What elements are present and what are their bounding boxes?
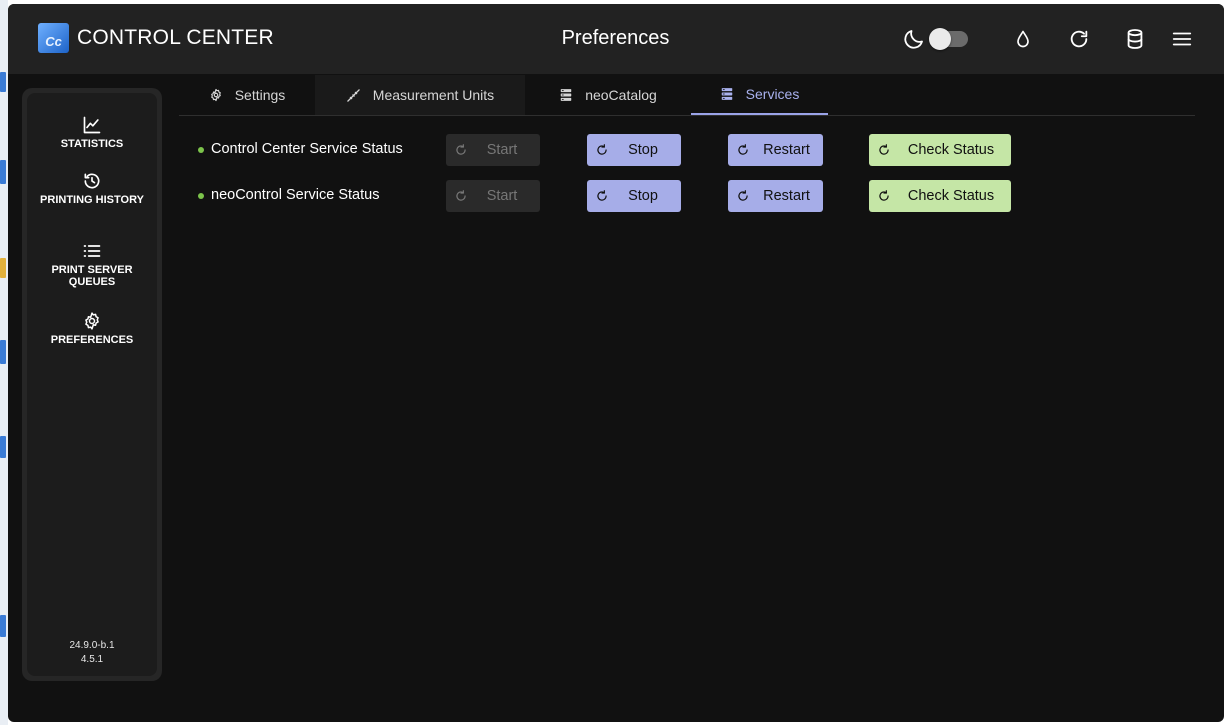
page-title: Preferences [561, 27, 670, 49]
app-window: Cc CONTROL CENTER Preferences STATISTICS [8, 4, 1224, 722]
tab-label: neoCatalog [585, 87, 657, 103]
start-button[interactable]: Start [446, 134, 540, 166]
moon-icon [901, 26, 927, 52]
app-logo: Cc [38, 23, 69, 53]
tab-bar: Settings Measurement Units neoCatalog Se… [179, 75, 1195, 116]
menu-icon[interactable] [1169, 26, 1195, 52]
version-secondary: 4.5.1 [80, 654, 104, 665]
button-label: Restart [763, 142, 810, 158]
button-label: Restart [763, 188, 810, 204]
server-icon [721, 88, 732, 100]
button-label: Check Status [907, 142, 995, 158]
gear-icon [85, 312, 99, 330]
refresh-icon[interactable] [1066, 26, 1092, 52]
desktop-edge [0, 0, 8, 725]
service-label: neoControl Service Status [211, 187, 380, 203]
database-icon[interactable] [1122, 26, 1148, 52]
service-row-neocontrol: neoControl Service Status Start Stop Res… [198, 180, 1198, 212]
tab-services[interactable]: Services [691, 75, 828, 115]
list-icon [83, 245, 101, 257]
restart-button[interactable]: Restart [728, 180, 823, 212]
tab-label: Services [745, 86, 800, 102]
toggle-knob [929, 28, 951, 50]
stop-button[interactable]: Stop [587, 180, 681, 212]
history-icon [84, 173, 100, 189]
tab-neocatalog[interactable]: neoCatalog [525, 75, 691, 115]
sidebar-item-label: PRINT SERVER QUEUES [51, 264, 133, 288]
button-label: Stop [628, 188, 658, 204]
sidebar-item-label: PRINTING HISTORY [40, 194, 144, 206]
tab-label: Settings [234, 87, 286, 103]
chart-icon [83, 116, 101, 134]
tab-measurement-units[interactable]: Measurement Units [315, 75, 525, 115]
app-header: Cc CONTROL CENTER Preferences [8, 4, 1224, 74]
restart-button[interactable]: Restart [728, 134, 823, 166]
stop-button[interactable]: Stop [587, 134, 681, 166]
check-status-button[interactable]: Check Status [869, 180, 1011, 212]
check-status-button[interactable]: Check Status [869, 134, 1011, 166]
theme-toggle[interactable] [929, 28, 968, 50]
sidebar-item-label: STATISTICS [60, 138, 124, 150]
version-primary: 24.9.0-b.1 [69, 640, 115, 651]
sidebar-item-preferences[interactable]: PREFERENCES [27, 311, 157, 346]
service-row-control-center: Control Center Service Status Start Stop… [198, 134, 1198, 166]
sidebar-item-printing-history[interactable]: PRINTING HISTORY [27, 171, 157, 206]
tab-label: Measurement Units [372, 87, 495, 103]
button-label: Start [486, 142, 518, 158]
service-label: Control Center Service Status [211, 141, 403, 157]
start-button[interactable]: Start [446, 180, 540, 212]
button-label: Start [486, 188, 518, 204]
server-icon [560, 89, 572, 101]
sidebar-item-label: PREFERENCES [50, 334, 134, 346]
sidebar-panel: STATISTICS PRINTING HISTORY PRINT SERVER… [27, 93, 157, 676]
status-indicator [198, 193, 204, 199]
button-label: Check Status [907, 188, 995, 204]
app-title: CONTROL CENTER [77, 26, 274, 49]
drop-icon[interactable] [1010, 26, 1036, 52]
sidebar-item-print-server-queues[interactable]: PRINT SERVER QUEUES [27, 241, 157, 288]
ruler-icon [347, 88, 360, 102]
gear-icon [210, 88, 221, 102]
sidebar: STATISTICS PRINTING HISTORY PRINT SERVER… [22, 88, 162, 681]
tab-settings[interactable]: Settings [179, 75, 315, 115]
sidebar-item-statistics[interactable]: STATISTICS [27, 115, 157, 150]
status-indicator [198, 147, 204, 153]
button-label: Stop [628, 142, 658, 158]
